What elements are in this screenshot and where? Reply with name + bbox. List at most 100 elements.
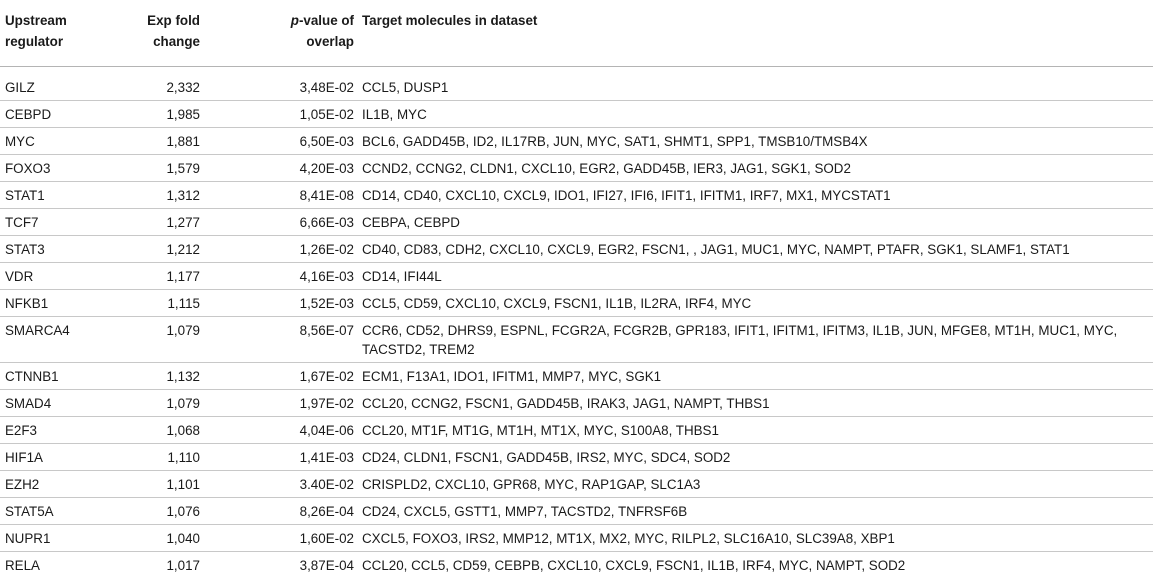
target-molecules-cell: CCL20, CCNG2, FSCN1, GADD45B, IRAK3, JAG… [354, 390, 1153, 417]
target-molecules-cell: CCL5, DUSP1 [354, 67, 1153, 101]
fold-change-cell: 1,101 [115, 471, 200, 498]
target-molecules-cell: IL1B, MYC [354, 101, 1153, 128]
fold-change-cell: 1,017 [115, 552, 200, 578]
p-value-cell: 3,48E-02 [200, 67, 354, 101]
p-value-cell: 4,16E-03 [200, 263, 354, 290]
table-row: CEBPD1,9851,05E-02IL1B, MYC [0, 101, 1153, 128]
regulator-cell: EZH2 [0, 471, 115, 498]
header-text: regulator [5, 34, 63, 49]
regulator-cell: SMARCA4 [0, 317, 115, 363]
table-row: VDR1,1774,16E-03CD14, IFI44L [0, 263, 1153, 290]
p-value-cell: 3.40E-02 [200, 471, 354, 498]
fold-change-cell: 1,985 [115, 101, 200, 128]
p-value-cell: 1,52E-03 [200, 290, 354, 317]
header-text-italic: p [291, 13, 299, 28]
regulator-cell: CEBPD [0, 101, 115, 128]
table-row: HIF1A1,1101,41E-03CD24, CLDN1, FSCN1, GA… [0, 444, 1153, 471]
fold-change-cell: 1,068 [115, 417, 200, 444]
regulator-table: Upstream regulator Exp fold change p-val… [0, 0, 1153, 578]
fold-change-cell: 1,110 [115, 444, 200, 471]
table-row: TCF71,2776,66E-03CEBPA, CEBPD [0, 209, 1153, 236]
p-value-cell: 1,67E-02 [200, 363, 354, 390]
fold-change-cell: 1,079 [115, 390, 200, 417]
fold-change-cell: 1,579 [115, 155, 200, 182]
target-molecules-cell: CCR6, CD52, DHRS9, ESPNL, FCGR2A, FCGR2B… [354, 317, 1153, 363]
p-value-cell: 8,41E-08 [200, 182, 354, 209]
regulator-cell: STAT5A [0, 498, 115, 525]
fold-change-cell: 1,312 [115, 182, 200, 209]
regulator-cell: TCF7 [0, 209, 115, 236]
fold-change-cell: 1,079 [115, 317, 200, 363]
p-value-cell: 4,04E-06 [200, 417, 354, 444]
target-molecules-cell: CD14, CD40, CXCL10, CXCL9, IDO1, IFI27, … [354, 182, 1153, 209]
target-molecules-cell: CD24, CLDN1, FSCN1, GADD45B, IRS2, MYC, … [354, 444, 1153, 471]
header-target-molecules: Target molecules in dataset [354, 0, 1153, 67]
table-row: EZH21,1013.40E-02CRISPLD2, CXCL10, GPR68… [0, 471, 1153, 498]
regulator-cell: STAT1 [0, 182, 115, 209]
regulator-cell: RELA [0, 552, 115, 578]
target-molecules-cell: BCL6, GADD45B, ID2, IL17RB, JUN, MYC, SA… [354, 128, 1153, 155]
table-header: Upstream regulator Exp fold change p-val… [0, 0, 1153, 67]
table-row: GILZ2,3323,48E-02CCL5, DUSP1 [0, 67, 1153, 101]
table-body: GILZ2,3323,48E-02CCL5, DUSP1CEBPD1,9851,… [0, 67, 1153, 578]
table-row: RELA1,0173,87E-04CCL20, CCL5, CD59, CEBP… [0, 552, 1153, 578]
p-value-cell: 1,97E-02 [200, 390, 354, 417]
p-value-cell: 4,20E-03 [200, 155, 354, 182]
fold-change-cell: 1,212 [115, 236, 200, 263]
p-value-cell: 6,66E-03 [200, 209, 354, 236]
table-row: E2F31,0684,04E-06CCL20, MT1F, MT1G, MT1H… [0, 417, 1153, 444]
regulator-cell: VDR [0, 263, 115, 290]
regulator-cell: E2F3 [0, 417, 115, 444]
header-text: Exp fold [147, 13, 200, 28]
target-molecules-cell: CCL20, MT1F, MT1G, MT1H, MT1X, MYC, S100… [354, 417, 1153, 444]
target-molecules-cell: CCL20, CCL5, CD59, CEBPB, CXCL10, CXCL9,… [354, 552, 1153, 578]
table-row: SMAD41,0791,97E-02CCL20, CCNG2, FSCN1, G… [0, 390, 1153, 417]
table-row: MYC1,8816,50E-03BCL6, GADD45B, ID2, IL17… [0, 128, 1153, 155]
header-exp-fold-change: Exp fold change [115, 0, 200, 67]
target-molecules-cell: ECM1, F13A1, IDO1, IFITM1, MMP7, MYC, SG… [354, 363, 1153, 390]
fold-change-cell: 1,132 [115, 363, 200, 390]
p-value-cell: 3,87E-04 [200, 552, 354, 578]
regulator-cell: STAT3 [0, 236, 115, 263]
header-row: Upstream regulator Exp fold change p-val… [0, 0, 1153, 67]
table-row: NUPR11,0401,60E-02CXCL5, FOXO3, IRS2, MM… [0, 525, 1153, 552]
regulator-cell: SMAD4 [0, 390, 115, 417]
table-row: STAT5A1,0768,26E-04CD24, CXCL5, GSTT1, M… [0, 498, 1153, 525]
header-p-value: p-value of overlap [200, 0, 354, 67]
target-molecules-cell: CD14, IFI44L [354, 263, 1153, 290]
fold-change-cell: 1,881 [115, 128, 200, 155]
regulator-cell: MYC [0, 128, 115, 155]
p-value-cell: 6,50E-03 [200, 128, 354, 155]
table-row: FOXO31,5794,20E-03CCND2, CCNG2, CLDN1, C… [0, 155, 1153, 182]
target-molecules-cell: CXCL5, FOXO3, IRS2, MMP12, MT1X, MX2, MY… [354, 525, 1153, 552]
p-value-cell: 1,05E-02 [200, 101, 354, 128]
target-molecules-cell: CD24, CXCL5, GSTT1, MMP7, TACSTD2, TNFRS… [354, 498, 1153, 525]
table-row: STAT11,3128,41E-08CD14, CD40, CXCL10, CX… [0, 182, 1153, 209]
target-molecules-cell: CCND2, CCNG2, CLDN1, CXCL10, EGR2, GADD4… [354, 155, 1153, 182]
fold-change-cell: 1,076 [115, 498, 200, 525]
header-text: Upstream [5, 13, 67, 28]
table-row: SMARCA41,0798,56E-07CCR6, CD52, DHRS9, E… [0, 317, 1153, 363]
regulator-cell: CTNNB1 [0, 363, 115, 390]
p-value-cell: 1,60E-02 [200, 525, 354, 552]
p-value-cell: 1,26E-02 [200, 236, 354, 263]
target-molecules-cell: CCL5, CD59, CXCL10, CXCL9, FSCN1, IL1B, … [354, 290, 1153, 317]
header-text: overlap [306, 34, 354, 49]
fold-change-cell: 1,277 [115, 209, 200, 236]
header-text: change [153, 34, 200, 49]
regulator-cell: GILZ [0, 67, 115, 101]
table-row: CTNNB11,1321,67E-02ECM1, F13A1, IDO1, IF… [0, 363, 1153, 390]
target-molecules-cell: CRISPLD2, CXCL10, GPR68, MYC, RAP1GAP, S… [354, 471, 1153, 498]
p-value-cell: 8,56E-07 [200, 317, 354, 363]
fold-change-cell: 2,332 [115, 67, 200, 101]
fold-change-cell: 1,115 [115, 290, 200, 317]
target-molecules-cell: CD40, CD83, CDH2, CXCL10, CXCL9, EGR2, F… [354, 236, 1153, 263]
header-text: Target molecules in dataset [362, 13, 537, 28]
header-text: -value of [299, 13, 354, 28]
p-value-cell: 8,26E-04 [200, 498, 354, 525]
regulator-cell: NUPR1 [0, 525, 115, 552]
regulator-cell: FOXO3 [0, 155, 115, 182]
target-molecules-cell: CEBPA, CEBPD [354, 209, 1153, 236]
regulator-cell: HIF1A [0, 444, 115, 471]
fold-change-cell: 1,040 [115, 525, 200, 552]
